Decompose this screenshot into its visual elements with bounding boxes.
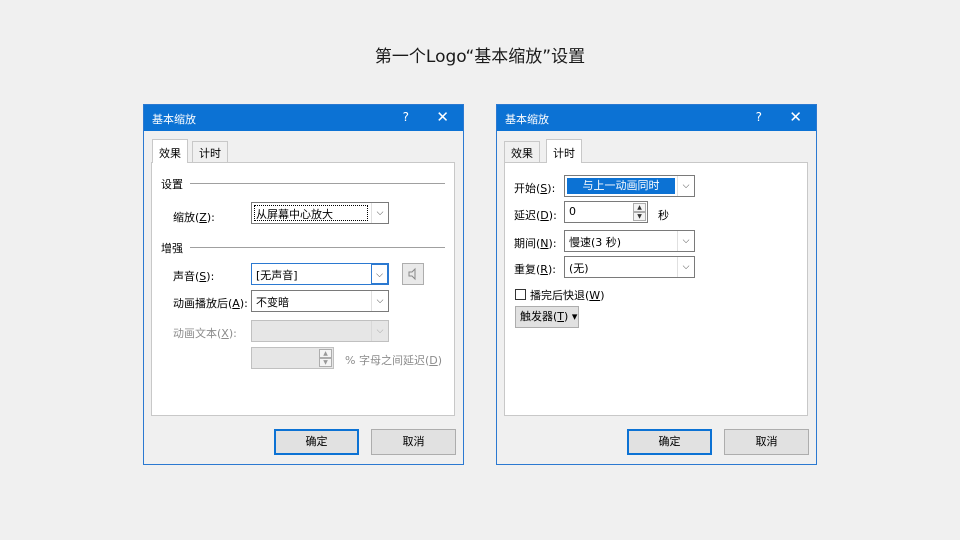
after-animation-label: 动画播放后(A): [173, 297, 248, 310]
group-divider [190, 247, 445, 248]
close-icon[interactable]: ✕ [789, 108, 802, 126]
delay-label: 延迟(D): [514, 209, 557, 222]
spin-down-icon[interactable]: ▼ [633, 212, 646, 221]
letter-delay-spinner[interactable]: ▲ ▼ [251, 347, 334, 369]
zoom-timing-dialog: 基本缩放 ? ✕ 效果 计时 开始(S): 与上一动画同时 ⌵ 延迟(D): 0… [496, 104, 817, 465]
tab-panel: 开始(S): 与上一动画同时 ⌵ 延迟(D): 0 ▲ ▼ 秒 期间(N): 慢… [504, 162, 808, 416]
ok-button[interactable]: 确定 [627, 429, 712, 455]
expand-arrow-icon: ▾ [571, 310, 578, 323]
slide-title: 第一个Logo“基本缩放”设置 [374, 47, 586, 67]
sound-select[interactable]: [无声音] ⌵ [251, 263, 389, 285]
chevron-down-icon[interactable]: ⌵ [371, 291, 388, 311]
repeat-select[interactable]: (无) ⌵ [564, 256, 695, 278]
dialog-title: 基本缩放 [505, 113, 549, 126]
seconds-unit: 秒 [658, 209, 669, 222]
group-settings-label: 设置 [161, 178, 183, 191]
dialog-titlebar[interactable]: 基本缩放 ? ✕ [144, 105, 463, 131]
tab-panel: 设置 缩放(Z): 从屏幕中心放大 ⌵ 增强 声音(S): [无声音] ⌵ 动画… [151, 162, 455, 416]
chevron-down-icon[interactable]: ⌵ [371, 264, 388, 284]
after-animation-select[interactable]: 不变暗 ⌵ [251, 290, 389, 312]
letter-delay-label: % 字母之间延迟(D) [345, 354, 443, 367]
tab-timing[interactable]: 计时 [192, 141, 228, 162]
group-enhance-label: 增强 [161, 242, 183, 255]
duration-select[interactable]: 慢速(3 秒) ⌵ [564, 230, 695, 252]
zoom-select[interactable]: 从屏幕中心放大 ⌵ [251, 202, 389, 224]
chevron-down-icon[interactable]: ⌵ [677, 257, 694, 277]
triggers-button[interactable]: 触发器(T) ▾ [515, 306, 579, 328]
help-icon[interactable]: ? [756, 110, 762, 124]
rewind-label: 播完后快退(W) [530, 289, 605, 302]
delay-spinner[interactable]: 0 ▲ ▼ [564, 201, 648, 223]
cancel-button[interactable]: 取消 [371, 429, 456, 455]
animate-text-select[interactable]: ⌵ [251, 320, 389, 342]
chevron-down-icon[interactable]: ⌵ [677, 176, 694, 196]
start-select[interactable]: 与上一动画同时 ⌵ [564, 175, 695, 197]
ok-button[interactable]: 确定 [274, 429, 359, 455]
chevron-down-icon[interactable]: ⌵ [371, 203, 388, 223]
help-icon[interactable]: ? [403, 110, 409, 124]
repeat-label: 重复(R): [514, 263, 556, 276]
chevron-down-icon[interactable]: ⌵ [371, 321, 388, 341]
sound-label: 声音(S): [173, 270, 215, 283]
speaker-icon [408, 267, 416, 281]
cancel-button[interactable]: 取消 [724, 429, 809, 455]
sound-settings-button[interactable] [402, 263, 424, 285]
tab-effect[interactable]: 效果 [152, 139, 188, 163]
tab-timing[interactable]: 计时 [546, 139, 582, 163]
tab-effect[interactable]: 效果 [504, 141, 540, 162]
zoom-label: 缩放(Z): [173, 211, 215, 224]
group-divider [190, 183, 445, 184]
spin-up-icon[interactable]: ▲ [633, 203, 646, 212]
zoom-effect-dialog: 基本缩放 ? ✕ 效果 计时 设置 缩放(Z): 从屏幕中心放大 ⌵ 增强 声音… [143, 104, 464, 465]
start-label: 开始(S): [514, 182, 556, 195]
chevron-down-icon[interactable]: ⌵ [677, 231, 694, 251]
spin-down-icon[interactable]: ▼ [319, 358, 332, 367]
animate-text-label: 动画文本(X): [173, 327, 237, 340]
spin-up-icon[interactable]: ▲ [319, 349, 332, 358]
dialog-title: 基本缩放 [152, 113, 196, 126]
duration-label: 期间(N): [514, 237, 557, 250]
close-icon[interactable]: ✕ [436, 108, 449, 126]
dialog-titlebar[interactable]: 基本缩放 ? ✕ [497, 105, 816, 131]
rewind-checkbox[interactable] [515, 289, 526, 300]
